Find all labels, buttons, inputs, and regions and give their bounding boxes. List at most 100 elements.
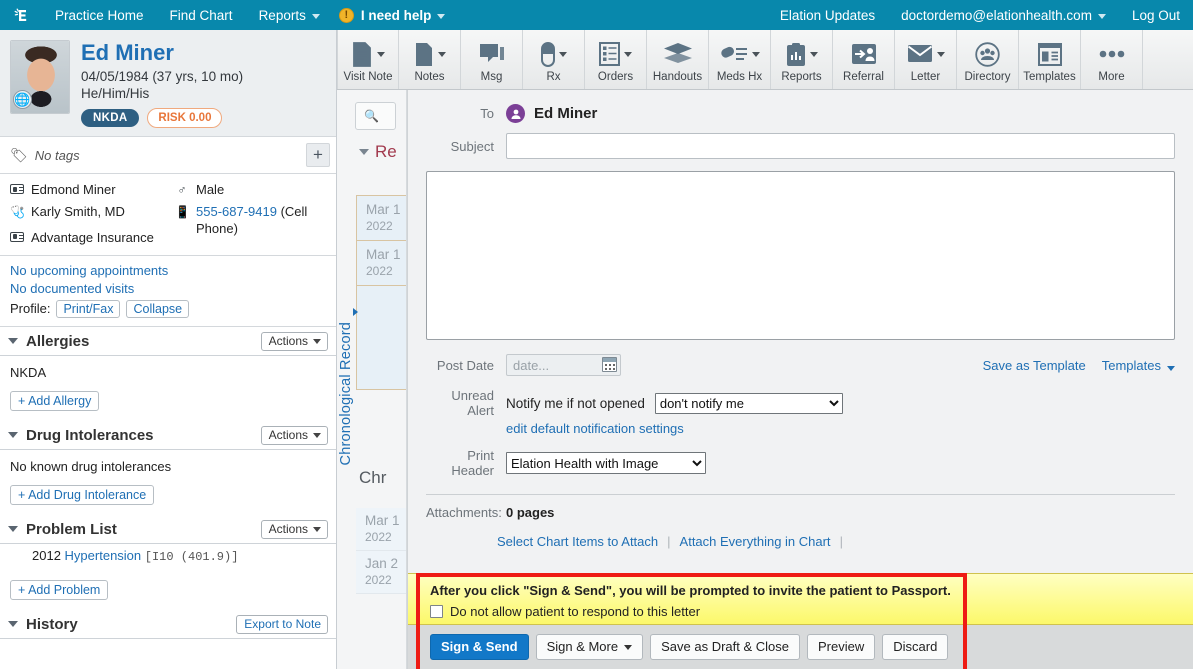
nav-item-user-account[interactable]: doctordemo@elationhealth.com [888, 0, 1119, 30]
letter-action-bar: Sign & Send Sign & More Save as Draft & … [408, 625, 1193, 669]
avatar[interactable]: 🌐 [10, 40, 70, 114]
demographics-provider: 🩺 Karly Smith, MD [10, 204, 175, 220]
collapse-twisty-icon[interactable] [8, 526, 18, 533]
attachments-count: 0 pages [506, 505, 555, 520]
nav-item-i-need-help[interactable]: ! I need help [333, 0, 459, 30]
toolbar-button-letter[interactable]: Letter [895, 30, 957, 89]
no-upcoming-appointments-link[interactable]: No upcoming appointments [10, 263, 326, 278]
toolbar-button-referral[interactable]: Referral [833, 30, 895, 89]
template-links: Save as Template Templates [983, 358, 1175, 373]
directory-group-icon [975, 41, 1000, 67]
entry-date: Mar 1 [365, 513, 400, 528]
add-tag-button[interactable]: + [306, 143, 330, 168]
preview-button[interactable]: Preview [807, 633, 876, 660]
toolbar-button-handouts[interactable]: Handouts [647, 30, 709, 89]
nav-item-log-out[interactable]: Log Out [1119, 0, 1193, 30]
list-item[interactable]: Mar 1 2022 [356, 508, 406, 551]
chronological-record-label[interactable]: Chronological Record [338, 322, 354, 465]
sign-and-send-button[interactable]: Sign & Send [430, 633, 529, 660]
print-fax-button[interactable]: Print/Fax [56, 299, 121, 318]
templates-layout-icon [1037, 42, 1062, 66]
toolbar-label: Notes [414, 71, 445, 83]
no-tags-label: No tags [34, 147, 80, 163]
toolbar-button-orders[interactable]: Orders [585, 30, 647, 89]
select-chart-items-to-attach-link[interactable]: Select Chart Items to Attach [497, 534, 658, 549]
allergies-actions-button[interactable]: Actions [260, 331, 328, 351]
chevron-down-icon [1167, 365, 1175, 371]
problem-list-actions-button[interactable]: Actions [260, 519, 328, 539]
to-label: To [480, 106, 494, 121]
no-documented-visits-link[interactable]: No documented visits [10, 281, 326, 296]
collapse-twisty-icon[interactable] [8, 621, 18, 628]
templates-dropdown[interactable]: Templates [1102, 358, 1175, 373]
toolbar-button-visit-note[interactable]: Visit Note [337, 30, 399, 89]
search-input[interactable]: 🔍 [355, 102, 396, 130]
add-problem-button[interactable]: + Add Problem [10, 579, 109, 600]
referral-person-icon [851, 44, 876, 64]
post-date-input[interactable]: date... [506, 354, 621, 376]
nav-item-practice-home[interactable]: Practice Home [42, 0, 157, 30]
status-badge-nkda[interactable]: NKDA [81, 109, 140, 128]
toolbar-button-templates[interactable]: Templates [1019, 30, 1081, 89]
section-header-history: History Export to Note [0, 610, 336, 639]
to-recipient-name[interactable]: Ed Miner [534, 105, 597, 122]
nav-label: Reports [258, 7, 306, 23]
status-badge-risk[interactable]: RISK 0.00 [147, 108, 223, 129]
expand-rail-caret-icon[interactable] [353, 308, 358, 316]
chronological-entries-list: Mar 1 2022 Jan 2 2022 [356, 508, 406, 594]
nav-item-reports[interactable]: Reports [246, 0, 333, 30]
to-row: To Ed Miner [408, 90, 1193, 133]
legal-name-value: Edmond Miner [31, 182, 116, 198]
subject-input[interactable] [506, 133, 1175, 159]
print-header-select[interactable]: Elation Health with Image [506, 452, 706, 474]
patient-name[interactable]: Ed Miner [81, 40, 243, 65]
toolbar-button-msg[interactable]: Msg [461, 30, 523, 89]
save-as-template-link[interactable]: Save as Template [983, 358, 1086, 373]
nav-label: Elation Updates [779, 7, 876, 23]
collapse-twisty-icon[interactable] [359, 149, 369, 155]
patient-dob-age: 04/05/1984 (37 yrs, 10 mo) [81, 69, 244, 85]
attachment-action-links: Select Chart Items to Attach | Attach Ev… [408, 520, 1193, 549]
attach-everything-in-chart-link[interactable]: Attach Everything in Chart [680, 534, 831, 549]
sex-value: Male [196, 182, 225, 198]
toolbar-button-more[interactable]: More [1081, 30, 1143, 89]
list-item[interactable]: Mar 1 2022 [357, 196, 406, 241]
toolbar-button-notes[interactable]: Notes [399, 30, 461, 89]
meds-history-icon [720, 46, 747, 60]
chevron-down-icon [624, 51, 632, 57]
elation-logo[interactable] [0, 0, 42, 31]
add-drug-intolerance-button[interactable]: + Add Drug Intolerance [10, 484, 155, 505]
toolbar-button-directory[interactable]: Directory [957, 30, 1019, 89]
toolbar-button-reports[interactable]: Reports [771, 30, 833, 89]
recent-section-header[interactable]: Re [359, 142, 397, 162]
letter-body-editor[interactable] [426, 171, 1175, 340]
passport-invite-banner: After you click "Sign & Send", you will … [408, 573, 1193, 625]
demographics-insurance: Advantage Insurance [10, 230, 175, 246]
phone-number-link[interactable]: 555-687-9419 [196, 204, 277, 219]
collapse-twisty-icon[interactable] [8, 338, 18, 345]
nav-item-find-chart[interactable]: Find Chart [157, 0, 246, 30]
toolbar-button-meds-hx[interactable]: Meds Hx [709, 30, 771, 89]
discard-button[interactable]: Discard [882, 633, 949, 660]
toolbar-button-rx[interactable]: Rx [523, 30, 585, 89]
toolbar-label: Msg [480, 71, 503, 83]
nav-item-elation-updates[interactable]: Elation Updates [767, 0, 888, 30]
export-to-note-button[interactable]: Export to Note [236, 614, 328, 634]
edit-default-notification-settings-link[interactable]: edit default notification settings [506, 421, 684, 436]
list-item[interactable]: Mar 1 2022 [357, 241, 406, 286]
patient-pronouns: He/Him/His [81, 86, 150, 102]
post-date-row: Post Date date... Save as Template Templ… [408, 340, 1193, 378]
do-not-allow-respond-checkbox[interactable] [430, 605, 443, 618]
drug-intolerances-actions-button[interactable]: Actions [260, 425, 328, 445]
save-as-draft-and-close-button[interactable]: Save as Draft & Close [650, 633, 800, 660]
collapse-twisty-icon[interactable] [8, 432, 18, 439]
list-item[interactable]: Jan 2 2022 [356, 550, 406, 594]
add-allergy-button[interactable]: + Add Allergy [10, 390, 100, 411]
calendar-icon[interactable] [602, 357, 617, 372]
section-title: Problem List [26, 520, 117, 538]
page-body: 🌐 Ed Miner 04/05/1984 (37 yrs, 10 mo) He… [0, 30, 1193, 669]
collapse-button[interactable]: Collapse [126, 299, 190, 318]
notify-select[interactable]: don't notify me [654, 392, 843, 414]
problem-name-link[interactable]: Hypertension [65, 548, 142, 563]
sign-and-more-button[interactable]: Sign & More [535, 633, 644, 660]
